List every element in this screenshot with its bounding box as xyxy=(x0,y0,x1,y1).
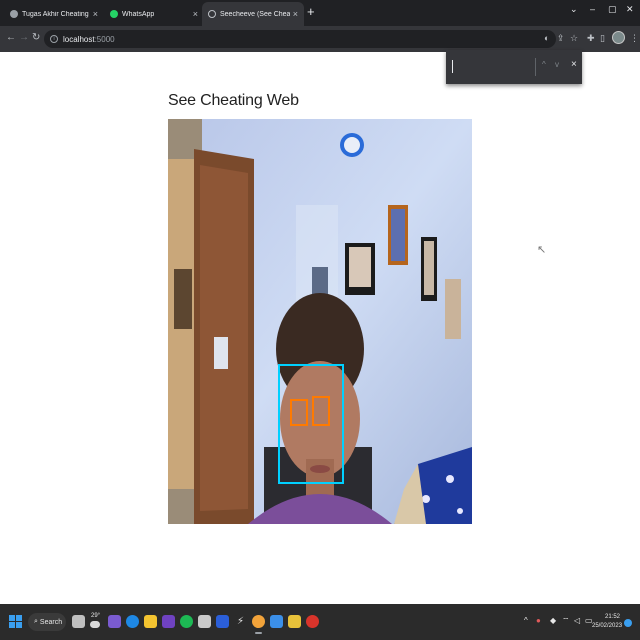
antivirus-icon[interactable]: ● xyxy=(536,616,541,625)
back-icon[interactable]: ← xyxy=(6,32,16,44)
weather-widget[interactable]: 29° xyxy=(91,613,100,619)
word-icon[interactable] xyxy=(216,615,229,628)
share-icon[interactable]: ⇪ xyxy=(557,33,565,44)
edge-icon[interactable] xyxy=(126,615,139,628)
extensions-icon[interactable]: ✚ xyxy=(587,33,595,44)
address-bar[interactable]: i localhost:5000 xyxy=(44,30,556,48)
tab-title: WhatsApp xyxy=(122,10,155,18)
taskbar-search-button[interactable]: ⌕ Search xyxy=(28,613,66,631)
webcam-frame xyxy=(168,119,472,524)
app-icon[interactable] xyxy=(162,615,175,628)
find-divider xyxy=(535,58,536,76)
reload-icon[interactable]: ↻ xyxy=(32,32,40,44)
webcam-video-feed xyxy=(168,119,472,524)
search-label: Search xyxy=(39,618,63,626)
reader-icon[interactable]: ◐ xyxy=(544,33,549,44)
tab-close-icon[interactable]: × xyxy=(193,9,198,19)
profile-avatar[interactable] xyxy=(612,31,625,44)
find-close-icon[interactable]: × xyxy=(571,59,577,70)
close-window-icon[interactable]: ✕ xyxy=(626,4,634,15)
show-hidden-icons[interactable]: ^ xyxy=(524,616,528,625)
url-port: :5000 xyxy=(94,34,115,44)
task-view-icon[interactable] xyxy=(72,615,85,628)
file-explorer-icon[interactable] xyxy=(144,615,157,628)
find-bar: ^ v × xyxy=(446,50,582,84)
tab-title: Tugas Akhir Cheating Detection xyxy=(22,10,90,18)
new-tab-button[interactable]: + xyxy=(307,5,315,19)
tab-favicon-icon xyxy=(10,10,18,18)
url-host: localhost xyxy=(63,34,95,44)
tab-title: Seecheeve (See Cheating Web) xyxy=(220,10,290,18)
app-icon[interactable] xyxy=(198,615,211,628)
menu-kebab-icon[interactable]: ⋮ xyxy=(630,33,639,44)
page-title: See Cheating Web xyxy=(168,92,299,109)
search-icon: ⌕ xyxy=(34,618,38,625)
site-info-icon[interactable]: i xyxy=(50,35,58,43)
find-input[interactable] xyxy=(452,60,453,73)
notification-icon[interactable] xyxy=(624,619,632,627)
clock-date: 25/02/2023 xyxy=(592,623,623,629)
tab-whatsapp[interactable]: WhatsApp × xyxy=(104,2,204,26)
maximize-icon[interactable]: ▢ xyxy=(608,4,617,15)
clock-time: 21:52 xyxy=(604,614,620,620)
app-icon[interactable] xyxy=(288,615,301,628)
windows-taskbar: ⌕ Search 29° ⚡ ^ ● ◆ ⌔ ◁ ▭ 21:52 25/02/2… xyxy=(0,604,640,640)
tab-seecheeve[interactable]: Seecheeve (See Cheating Web) × xyxy=(202,2,304,26)
browser-tab-strip: Tugas Akhir Cheating Detection × WhatsAp… xyxy=(0,0,640,26)
tab-search-icon[interactable]: ⌄ xyxy=(570,4,578,15)
tab-close-icon[interactable]: × xyxy=(93,9,98,19)
whatsapp-icon xyxy=(110,10,118,18)
minimize-icon[interactable]: – xyxy=(590,4,595,14)
side-panel-icon[interactable]: ▯ xyxy=(600,33,605,44)
weather-cloud-icon xyxy=(90,621,100,628)
app-icon[interactable] xyxy=(306,615,319,628)
tab-close-icon[interactable]: × xyxy=(293,9,298,19)
taskbar-clock[interactable]: 21:52 25/02/2023 xyxy=(592,613,623,631)
browser-toolbar: ← → ↻ i localhost:5000 ◐ ⇪ ☆ ✚ ▯ ⋮ xyxy=(0,26,640,52)
find-next-icon[interactable]: v xyxy=(555,60,559,69)
forward-icon[interactable]: → xyxy=(19,32,29,44)
volume-icon[interactable]: ◁ xyxy=(574,616,580,625)
terminal-icon[interactable]: ⚡ xyxy=(234,615,247,628)
wifi-icon[interactable]: ⌔ xyxy=(562,616,570,626)
bookmark-star-icon[interactable]: ☆ xyxy=(570,33,578,44)
notepad-icon[interactable] xyxy=(270,615,283,628)
windows-start-icon[interactable] xyxy=(9,615,23,629)
spotify-icon[interactable] xyxy=(180,615,193,628)
app-tray-icon[interactable]: ◆ xyxy=(550,616,556,625)
chat-icon[interactable] xyxy=(108,615,121,628)
chrome-icon[interactable] xyxy=(252,615,265,634)
find-previous-icon[interactable]: ^ xyxy=(542,60,546,69)
tab-cheating-detection[interactable]: Tugas Akhir Cheating Detection × xyxy=(4,2,104,26)
globe-icon xyxy=(208,10,216,18)
mouse-cursor-icon: ↖ xyxy=(537,244,547,256)
